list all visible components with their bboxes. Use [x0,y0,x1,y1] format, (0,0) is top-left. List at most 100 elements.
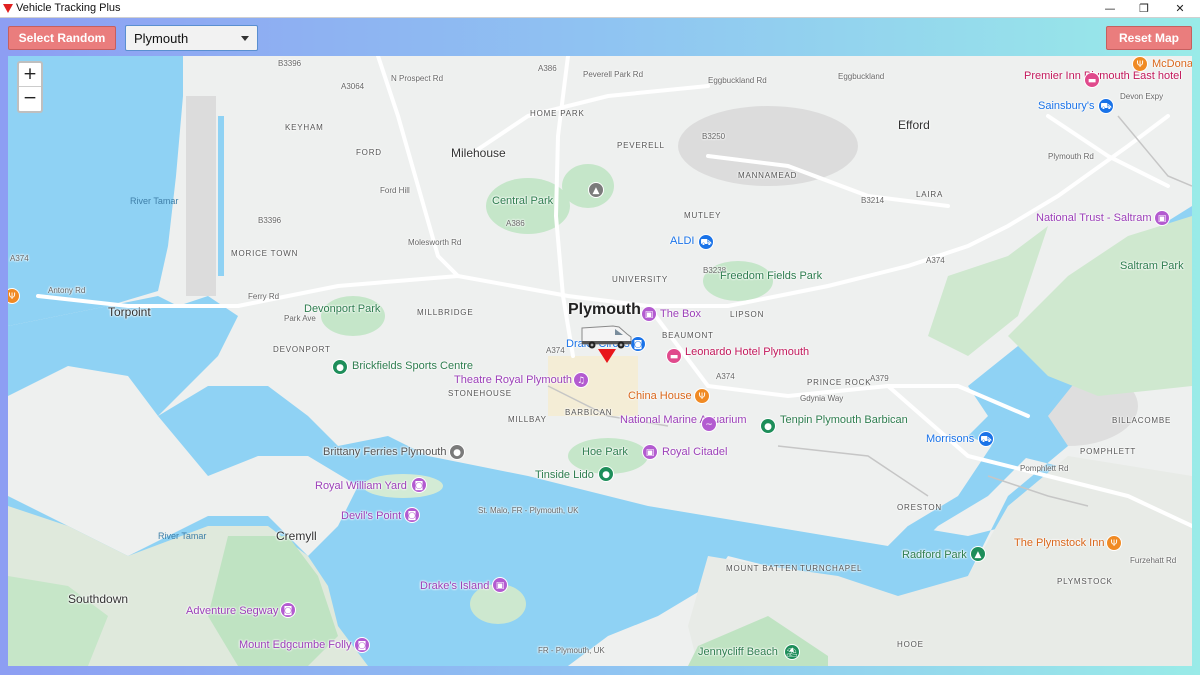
map-district-prince-rock: PRINCE ROCK [807,378,872,387]
poi-theatre-royal[interactable]: Theatre Royal Plymouth [454,374,572,386]
camera-icon[interactable]: ◙ [411,477,427,493]
shopping-cart-icon[interactable]: ⛟ [1098,98,1114,114]
camera-icon[interactable]: ◙ [280,602,296,618]
map-road-antony: Antony Rd [48,286,86,295]
poi-morrisons[interactable]: Morrisons [926,433,974,445]
poi-drakes-island[interactable]: Drake's Island [420,580,489,592]
shopping-cart-icon[interactable]: ⛟ [978,431,994,447]
map-road-a386-n: A386 [538,64,557,73]
location-marker-icon[interactable] [598,349,616,363]
map-district-millbay: MILLBAY [508,415,547,424]
beach-icon[interactable]: ⛱ [784,644,800,660]
camera-icon[interactable]: ◙ [354,637,370,653]
poi-devonport-park[interactable]: Devonport Park [304,303,380,315]
poi-sainsburys[interactable]: Sainsbury's [1038,100,1095,112]
window-titlebar: Vehicle Tracking Plus — ❐ ✕ [0,0,1200,18]
map-label-efford: Efford [898,118,930,132]
museum-icon[interactable]: ▣ [641,306,657,322]
chevron-down-icon [241,36,249,41]
poi-the-box[interactable]: The Box [660,308,701,320]
zoom-control: + − [17,61,43,113]
close-window-button[interactable]: ✕ [1162,0,1198,18]
camera-icon[interactable]: ◙ [404,507,420,523]
poi-aldi[interactable]: ALDI [670,235,694,247]
maximize-button[interactable]: ❐ [1126,0,1162,18]
map-district-morice-town: MORICE TOWN [231,249,299,258]
restaurant-icon[interactable]: Ψ [1106,535,1122,551]
park-pin-icon[interactable]: ▲ [588,182,604,198]
reset-map-button[interactable]: Reset Map [1106,26,1192,50]
landmark-icon[interactable]: ▣ [642,444,658,460]
poi-china-house[interactable]: China House [628,390,692,402]
park-icon[interactable]: ▲ [970,546,986,562]
vehicle-van-icon[interactable] [579,322,633,350]
map-road-a374-e: A374 [926,256,945,265]
landmark-icon[interactable]: ▣ [1154,210,1170,226]
app-frame: Select Random Plymouth Reset Map + − Mil… [0,18,1200,675]
select-random-button[interactable]: Select Random [8,26,116,50]
restaurant-icon[interactable]: Ψ [694,388,710,404]
poi-hoe-park[interactable]: Hoe Park [582,446,628,458]
map-view[interactable]: + − Milehouse Efford Torpoint Cremyll So… [8,56,1192,666]
zoom-in-button[interactable]: + [19,63,41,87]
map-district-turnchapel: TURNCHAPEL [800,564,863,573]
poi-brittany[interactable]: Brittany Ferries Plymouth [323,446,446,458]
landmark-icon[interactable]: ▣ [492,577,508,593]
poi-royal-citadel[interactable]: Royal Citadel [662,446,727,458]
map-district-peverell: PEVERELL [617,141,665,150]
map-road-prospect: N Prospect Rd [391,74,444,83]
fast-food-icon[interactable]: Ψ [1132,56,1148,72]
map-district-plymstock: PLYMSTOCK [1057,577,1113,586]
map-road-gdynia: Gdynia Way [800,394,844,403]
poi-plymstock-inn[interactable]: The Plymstock Inn [1014,537,1104,549]
poi-leonardo[interactable]: Leonardo Hotel Plymouth [685,346,809,358]
poi-central-park[interactable]: Central Park [492,195,553,207]
poi-saltram[interactable]: National Trust - Saltram [1036,212,1152,224]
map-district-barbican: BARBICAN [565,408,613,417]
map-road-b3250: B3250 [702,132,726,141]
map-district-mutley: MUTLEY [684,211,722,220]
hotel-icon[interactable]: ▬ [1084,72,1100,88]
poi-premier-inn[interactable]: Premier Inn Plymouth East hotel [1024,70,1182,82]
ferry-icon[interactable]: ● [449,444,465,460]
minimize-button[interactable]: — [1092,0,1128,18]
theatre-icon[interactable]: ♫ [573,372,589,388]
map-road-b3214: B3214 [861,196,885,205]
map-label-southdown: Southdown [68,592,129,606]
poi-mcdonalds[interactable]: McDona [1152,58,1192,70]
map-road-a374-w: A374 [10,254,29,263]
poi-adventure-segway[interactable]: Adventure Segway [186,605,278,617]
pool-icon[interactable]: ● [598,466,614,482]
map-road-a374-c: A374 [716,372,735,381]
poi-tenpin[interactable]: Tenpin Plymouth Barbican [780,414,908,426]
map-district-stonehouse: STONEHOUSE [448,389,512,398]
map-district-mannamead: MANNAMEAD [738,171,798,180]
poi-freedom-fields[interactable]: Freedom Fields Park [720,270,822,282]
aquarium-icon[interactable]: ~ [701,416,717,432]
map-road-a374-n: A374 [546,346,565,355]
map-road-ford-hill: Ford Hill [380,186,410,195]
zoom-out-button[interactable]: − [19,87,41,111]
poi-brickfields[interactable]: Brickfields Sports Centre [352,360,473,372]
map-water-tamar-south: River Tamar [158,531,207,541]
bowling-icon[interactable]: ● [760,418,776,434]
poi-mount-edgcumbe[interactable]: Mount Edgcumbe Folly [239,639,352,651]
map-road-a386-c: A386 [506,219,525,228]
poi-devils-point[interactable]: Devil's Point [341,510,401,522]
poi-radford-park[interactable]: Radford Park [902,549,967,561]
map-district-laira: LAIRA [916,190,944,199]
map-road-molesworth: Molesworth Rd [408,238,462,247]
hotel-icon[interactable]: ▬ [666,348,682,364]
map-road-pl-uk: FR - Plymouth, UK [538,646,605,655]
map-water-tamar-north: River Tamar [130,196,179,206]
poi-saltram-park[interactable]: Saltram Park [1120,260,1184,272]
poi-aquarium[interactable]: National Marine Aquarium [620,414,747,426]
sports-centre-icon[interactable]: ● [332,359,348,375]
shopping-cart-icon[interactable]: ⛟ [698,234,714,250]
city-dropdown[interactable]: Plymouth [125,25,258,51]
poi-tinside[interactable]: Tinside Lido [535,469,594,481]
poi-royal-william[interactable]: Royal William Yard [315,480,407,492]
poi-jennycliff[interactable]: Jennycliff Beach [698,646,778,658]
map-road-eggbuckland: Eggbuckland Rd [708,76,767,85]
window-title: Vehicle Tracking Plus [16,2,121,14]
